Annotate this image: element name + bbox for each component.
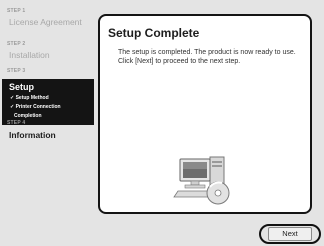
active-step-panel: Setup ✓ Setup Method ✓ Printer Connectio… <box>2 79 94 125</box>
step-1-number: STEP 1 <box>7 8 26 14</box>
step-1-title: License Agreement <box>9 17 82 27</box>
substep-completion: Completion <box>14 113 42 119</box>
step-2-title: Installation <box>9 50 50 60</box>
step-3-title: Setup <box>9 82 35 92</box>
step-4-number: STEP 4 <box>7 120 26 126</box>
step-sidebar: STEP 1 License Agreement STEP 2 Installa… <box>0 8 98 208</box>
step-4-title: Information <box>9 130 56 140</box>
step-2-number: STEP 2 <box>7 41 26 47</box>
substep-setup-method: ✓ Setup Method <box>10 95 49 101</box>
completion-message: The setup is completed. The product is n… <box>118 49 296 65</box>
step-3-number: STEP 3 <box>7 68 26 74</box>
substep-printer-connection: ✓ Printer Connection <box>10 104 61 110</box>
next-button[interactable]: Next <box>268 227 312 241</box>
content-panel: Setup Complete The setup is completed. T… <box>98 14 312 214</box>
page-title: Setup Complete <box>108 26 200 40</box>
installer-window: STEP 1 License Agreement STEP 2 Installa… <box>0 0 324 246</box>
computer-with-cd-icon <box>172 151 236 207</box>
